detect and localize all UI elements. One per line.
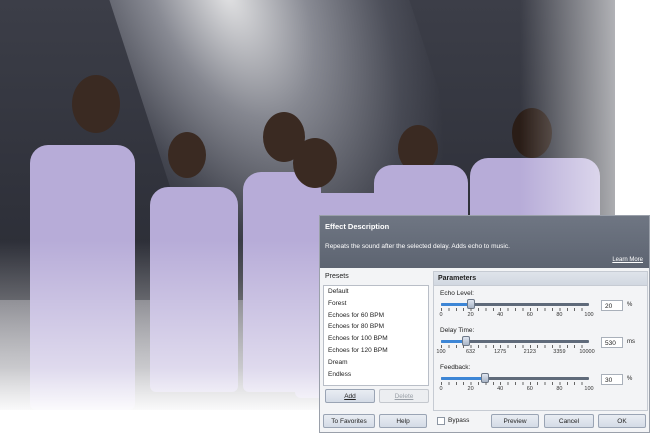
scale-label: 40 — [497, 386, 504, 392]
bypass-label: Bypass — [448, 417, 470, 424]
echo-level-label: Echo Level: — [440, 290, 474, 297]
effect-title: Effect Description — [325, 222, 390, 231]
presets-panel: Presets Default Forest Echoes for 60 BPM… — [323, 271, 429, 403]
delay-time-ticks — [441, 345, 589, 348]
parameters-panel: Parameters Echo Level: 0 20 40 60 80 100… — [433, 271, 648, 411]
preset-item[interactable]: Dream — [324, 357, 428, 369]
scale-label: 632 — [466, 349, 476, 355]
effect-description: Repeats the sound after the selected del… — [325, 243, 510, 250]
echo-level-scale: 0 20 40 60 80 100 — [434, 312, 649, 320]
add-preset-label: Add — [344, 393, 356, 400]
effect-dialog: Effect Description Repeats the sound aft… — [319, 215, 650, 433]
feedback-label: Feedback: — [440, 364, 471, 371]
echo-level-input[interactable]: 20 — [601, 300, 623, 311]
preset-item[interactable]: Echoes for 120 BPM — [324, 345, 428, 357]
to-favorites-button[interactable]: To Favorites — [323, 414, 375, 428]
presets-list[interactable]: Default Forest Echoes for 60 BPM Echoes … — [323, 285, 429, 386]
preset-item[interactable]: Echoes for 80 BPM — [324, 321, 428, 333]
delay-time-input[interactable]: 530 — [601, 337, 623, 348]
feedback-scale: 0 20 40 60 80 100 — [434, 386, 649, 394]
delay-time-unit: ms — [627, 339, 635, 345]
scale-label: 100 — [436, 349, 446, 355]
scale-label: 1275 — [494, 349, 507, 355]
scale-label: 100 — [584, 386, 594, 392]
scale-label: 40 — [497, 312, 504, 318]
echo-level-ticks — [441, 308, 589, 311]
preset-item[interactable]: Endless — [324, 369, 428, 381]
echo-level-slider[interactable] — [441, 299, 589, 309]
preset-item[interactable]: Echoes for 60 BPM — [324, 310, 428, 322]
scale-label: 100 — [584, 312, 594, 318]
feedback-slider[interactable] — [441, 373, 589, 383]
delete-preset-label: Delete — [394, 393, 414, 400]
feedback-unit: % — [627, 376, 633, 382]
scale-label: 0 — [439, 386, 443, 392]
scale-label: 20 — [467, 386, 474, 392]
feedback-fill — [441, 377, 486, 380]
preset-item[interactable]: Forest — [324, 298, 428, 310]
echo-level-unit: % — [627, 302, 633, 308]
help-button[interactable]: Help — [379, 414, 427, 428]
preview-button[interactable]: Preview — [491, 414, 539, 428]
scale-label: 2123 — [523, 349, 536, 355]
scale-label: 20 — [467, 312, 474, 318]
delete-preset-button[interactable]: Delete — [379, 389, 429, 403]
preset-item[interactable]: Default — [324, 286, 428, 298]
delay-time-slider[interactable] — [441, 336, 589, 346]
feedback-ticks — [441, 382, 589, 385]
scale-label: 10000 — [579, 349, 595, 355]
bypass-checkbox[interactable] — [437, 417, 445, 425]
cancel-button[interactable]: Cancel — [544, 414, 594, 428]
parameters-header: Parameters — [434, 272, 647, 286]
feedback-input[interactable]: 30 — [601, 374, 623, 385]
preset-item[interactable]: Echoes for 100 BPM — [324, 333, 428, 345]
learn-more-link[interactable]: Learn More — [612, 257, 643, 263]
scale-label: 0 — [439, 312, 443, 318]
scale-label: 80 — [556, 386, 563, 392]
effect-description-panel: Effect Description Repeats the sound aft… — [320, 216, 649, 268]
add-preset-button[interactable]: Add — [325, 389, 375, 403]
scale-label: 60 — [526, 312, 533, 318]
scale-label: 3359 — [553, 349, 566, 355]
scale-label: 80 — [556, 312, 563, 318]
presets-header: Presets — [325, 273, 349, 280]
delay-time-scale: 100 632 1275 2123 3359 10000 — [434, 349, 649, 357]
scale-label: 60 — [526, 386, 533, 392]
delay-time-label: Delay Time: — [440, 327, 475, 334]
ok-button[interactable]: OK — [598, 414, 646, 428]
